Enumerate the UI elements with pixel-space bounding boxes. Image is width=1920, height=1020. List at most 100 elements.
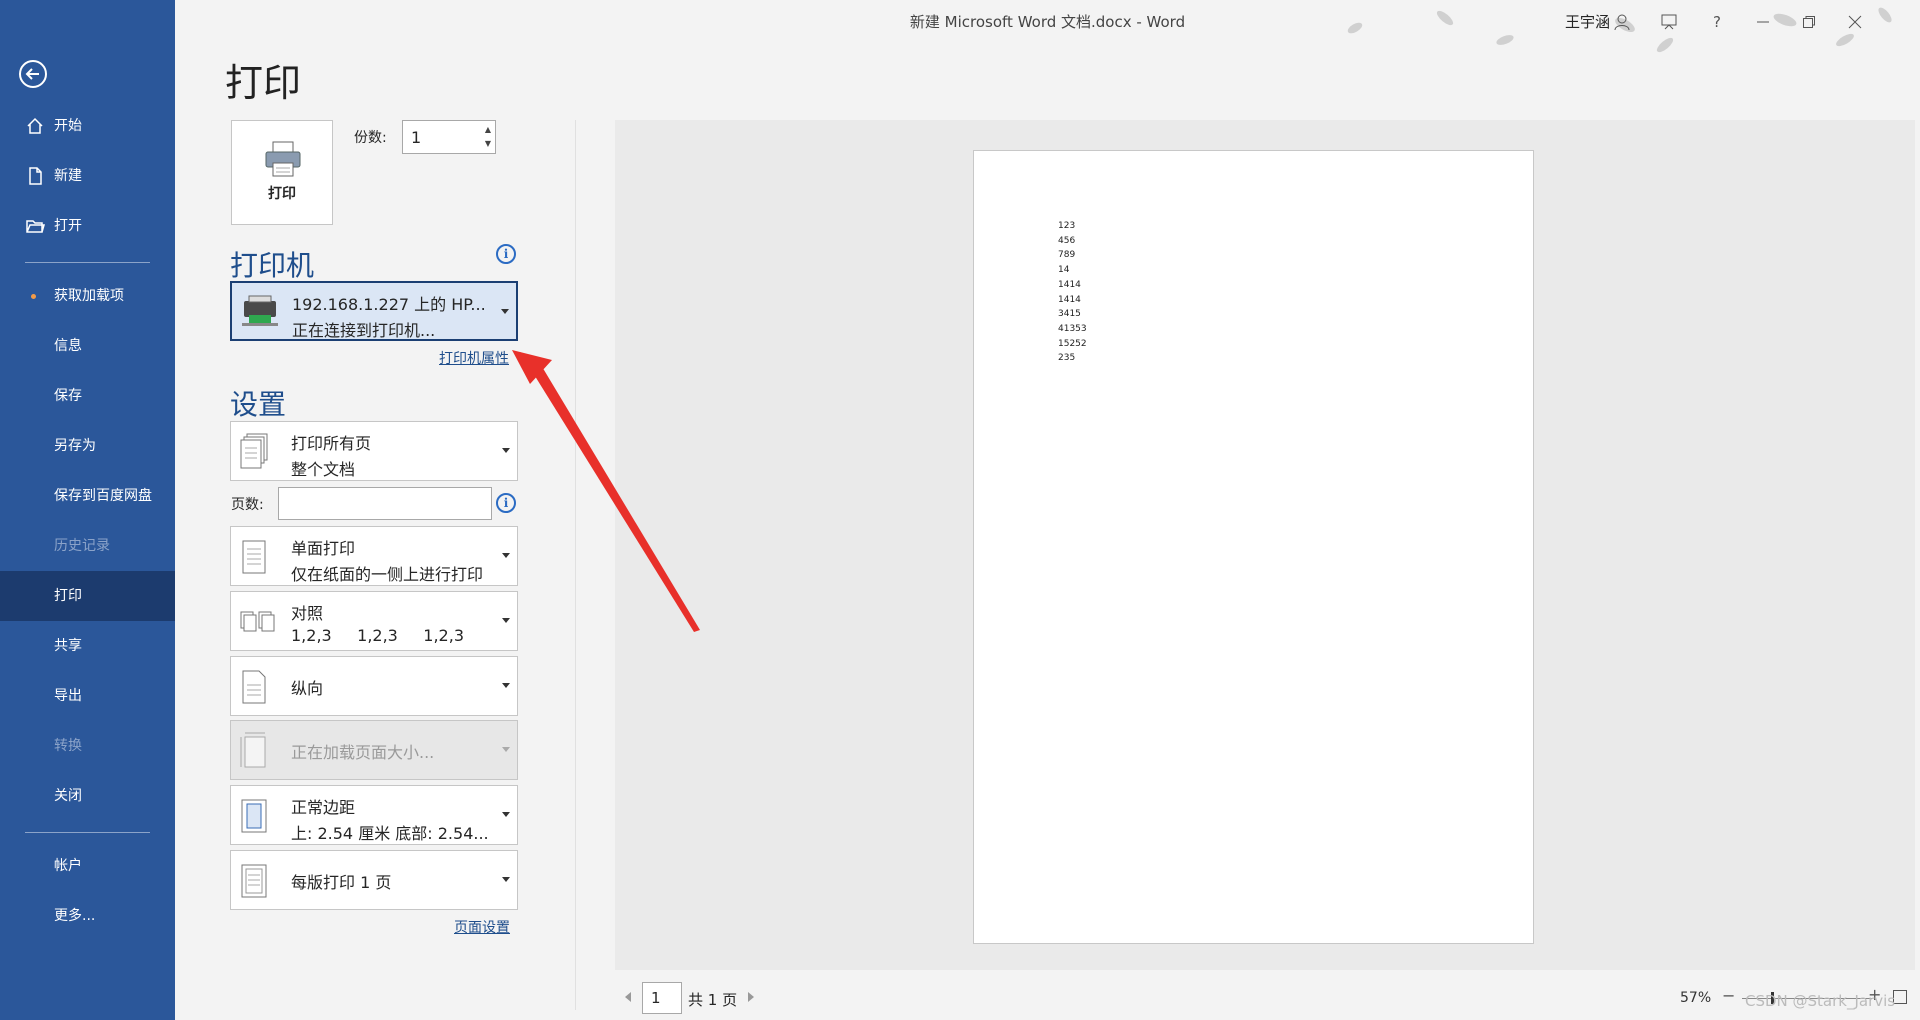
user-name[interactable]: 王宇涵 [1565,11,1610,32]
pages-per-sheet-dropdown[interactable]: 每版打印 1 页 [230,850,518,910]
nav-save-baidu[interactable]: 保存到百度网盘 [0,471,175,521]
chevron-down-icon [502,553,510,558]
chevron-down-icon [501,309,509,314]
chevron-down-icon [502,877,510,882]
printer-icon [265,141,301,177]
collate-dropdown[interactable]: 对照 1,2,3 1,2,3 1,2,3 [230,591,518,651]
next-page-icon[interactable] [748,992,754,1002]
nav-history: 历史记录 [0,521,175,571]
nav-print-label: 打印 [54,588,82,604]
pages-info-icon[interactable]: i [496,493,516,513]
nav-account-label: 帐户 [54,858,82,874]
pages-input[interactable] [278,487,492,520]
margins-desc: 上: 2.54 厘米 底部: 2.54... [291,824,489,843]
paper-size-dropdown: 正在加载页面大小... [230,720,518,780]
orientation-value: 纵向 [291,679,324,698]
current-page-input[interactable]: 1 [642,982,682,1014]
chevron-down-icon [502,448,510,453]
chevron-down-icon [502,618,510,623]
sides-desc: 仅在纸面的一侧上进行打印 [291,565,484,584]
nav-get-addins-label: 获取加载项 [54,288,124,304]
nav-new-label: 新建 [54,168,82,184]
print-range-dropdown[interactable]: 打印所有页 整个文档 [230,421,518,481]
help-icon[interactable]: ? [1705,10,1729,34]
open-folder-icon [26,220,45,233]
nav-home-label: 开始 [54,118,82,134]
portrait-icon [242,670,266,704]
preview-text-line: 1414 [1058,294,1081,305]
back-button[interactable] [19,60,47,88]
nav-more-label: 更多... [54,908,96,924]
nav-save[interactable]: 保存 [0,371,175,421]
nav-export-label: 导出 [54,688,82,704]
nav-open[interactable]: 打开 [0,201,175,251]
print-button[interactable]: 打印 [231,120,333,225]
sidebar-separator [25,262,150,263]
previous-page-icon[interactable] [625,992,631,1002]
preview-page: 123 456 789 14 1414 1414 3415 41353 15252 235 [973,150,1534,944]
title-bar: 新建 Microsoft Word 文档.docx - Word 王宇涵 ? [175,0,1920,53]
zoom-level[interactable]: 57% [1680,990,1711,1006]
print-range-value: 打印所有页 [291,434,372,453]
preview-text-line: 123 [1058,221,1076,231]
nav-account[interactable]: 帐户 [0,841,175,891]
increment-icon[interactable]: ▲ [485,125,491,134]
nav-print[interactable]: 打印 [0,571,175,621]
nav-save-as-label: 另存为 [54,438,96,454]
preview-text-line: 15252 [1058,338,1087,349]
printer-properties-link[interactable]: 打印机属性 [439,348,509,368]
nav-info-label: 信息 [54,338,82,354]
printer-status: 正在连接到打印机... [292,321,436,340]
printer-section-title: 打印机 [230,249,315,282]
preview-text-line: 235 [1058,353,1076,364]
restore-icon[interactable] [1797,10,1821,34]
watermark-text: CSDN @Stark_Jarvis [1745,992,1896,1010]
nav-new[interactable]: 新建 [0,151,175,201]
nav-save-baidu-label: 保存到百度网盘 [54,488,152,504]
pages-per-sheet-icon [241,864,267,898]
person-icon[interactable] [1610,10,1634,34]
page-setup-link[interactable]: 页面设置 [454,917,510,937]
nav-save-label: 保存 [54,388,82,404]
share-icon[interactable] [1657,10,1681,34]
nav-info[interactable]: 信息 [0,321,175,371]
minimize-icon[interactable] [1751,10,1775,34]
nav-home[interactable]: 开始 [0,101,175,151]
preview-text-line: 456 [1058,235,1076,246]
nav-close[interactable]: 关闭 [0,771,175,821]
margins-dropdown[interactable]: 正常边距 上: 2.54 厘米 底部: 2.54... [230,785,518,845]
decrement-icon[interactable]: ▼ [485,139,491,148]
printer-name: 192.168.1.227 上的 HP... [292,295,486,314]
copies-stepper[interactable]: 1 ▲ ▼ [402,120,496,154]
paper-size-value: 正在加载页面大小... [291,743,435,762]
copies-value: 1 [411,128,422,147]
new-document-icon [29,167,42,185]
nav-share[interactable]: 共享 [0,621,175,671]
close-icon[interactable] [1843,10,1867,34]
page-title: 打印 [225,61,302,105]
nav-get-addins[interactable]: 获取加载项 [0,271,175,321]
orientation-dropdown[interactable]: 纵向 [230,656,518,716]
back-arrow-icon [25,68,39,80]
nav-more[interactable]: 更多... [0,891,175,941]
collate-value: 对照 [291,604,324,623]
total-pages: 共 1 页 [688,991,738,1009]
chevron-down-icon [502,812,510,817]
pages-per-sheet-value: 每版打印 1 页 [291,873,392,892]
sides-dropdown[interactable]: 单面打印 仅在纸面的一侧上进行打印 [230,526,518,586]
print-button-label: 打印 [268,186,296,202]
sides-value: 单面打印 [291,539,356,558]
chevron-down-icon [502,683,510,688]
one-sided-icon [242,540,266,574]
printer-info-icon[interactable]: i [496,244,516,264]
collate-icon [240,611,275,632]
notification-dot [31,294,36,299]
printer-dropdown[interactable]: 192.168.1.227 上的 HP... 正在连接到打印机... [230,281,518,341]
backstage-sidebar: 开始 新建 打开 获取加载项 信息 保存 另存为 保存到百度网盘 历史记录 打印… [0,0,175,1020]
print-range-desc: 整个文档 [291,460,356,479]
nav-export[interactable]: 导出 [0,671,175,721]
nav-save-as[interactable]: 另存为 [0,421,175,471]
zoom-out-button[interactable]: − [1722,986,1735,1005]
pages-icon [240,433,268,469]
nav-open-label: 打开 [54,218,82,234]
